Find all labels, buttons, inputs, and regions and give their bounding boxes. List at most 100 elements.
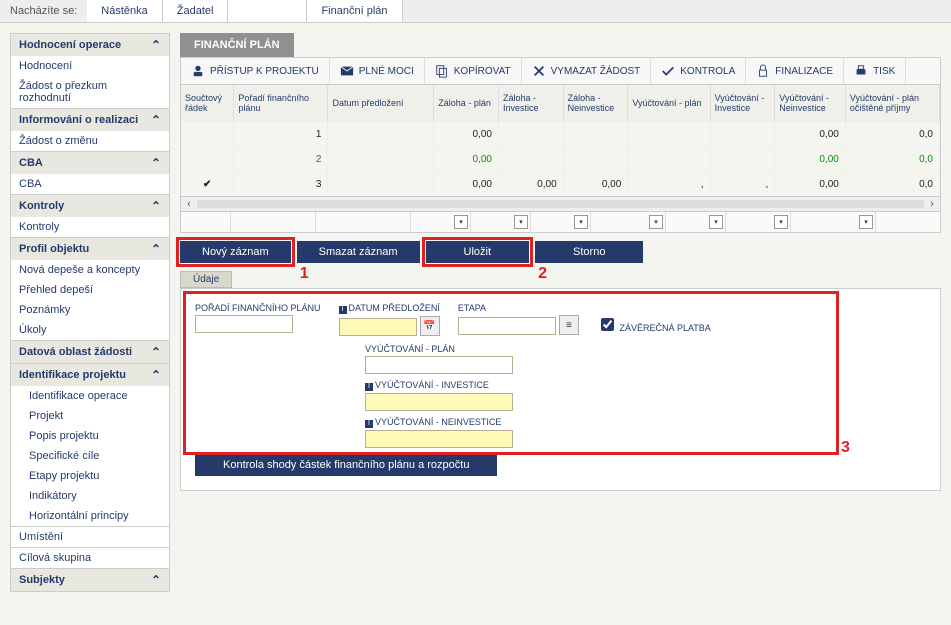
scroll-left-icon[interactable]: ‹ — [181, 198, 197, 210]
breadcrumb-item[interactable]: Žadatel — [163, 0, 229, 22]
sidebar-item[interactable]: Specifické cíle — [11, 446, 169, 466]
udaje-tab[interactable]: Údaje — [180, 271, 232, 288]
filter-dropdown-icon[interactable]: ▾ — [454, 215, 468, 229]
chevron-up-icon: ⌃ — [151, 38, 161, 52]
sidebar-header[interactable]: Hodnocení operace⌃ — [11, 34, 169, 56]
grid-cell — [181, 122, 234, 147]
tb-kopirovat[interactable]: KOPÍROVAT — [425, 58, 522, 84]
novy-zaznam-button[interactable]: Nový záznam — [180, 241, 291, 263]
sidebar-item[interactable]: Nová depeše a koncepty — [11, 260, 169, 280]
breadcrumb-item[interactable]: Nástěnka — [87, 0, 162, 22]
grid-header[interactable]: Vyúčtování - plán — [628, 85, 710, 122]
ulozit-button[interactable]: Uložit — [426, 241, 530, 263]
grid-cell — [563, 122, 628, 147]
sidebar-item[interactable]: Identifikace operace — [11, 386, 169, 406]
sidebar-item[interactable]: Indikátory — [11, 486, 169, 506]
grid-scrollbar[interactable]: ‹ › — [180, 197, 941, 212]
filter-dropdown-icon[interactable]: ▾ — [774, 215, 788, 229]
chevron-up-icon: ⌃ — [151, 345, 161, 359]
sidebar-header[interactable]: Datová oblast žádosti⌃ — [11, 341, 169, 363]
grid-cell — [328, 172, 434, 197]
sidebar-item[interactable]: Úkoly — [11, 320, 169, 340]
sidebar-header[interactable]: Subjekty⌃ — [11, 569, 169, 591]
calendar-icon[interactable]: 📅 — [420, 316, 440, 336]
grid-header[interactable]: Záloha - Investice — [498, 85, 563, 122]
sidebar-item[interactable]: Žádost o přezkum rozhodnutí — [11, 76, 169, 108]
input-vneinv[interactable] — [365, 430, 513, 448]
list-icon[interactable]: ≡ — [559, 315, 579, 335]
grid-header[interactable]: Záloha - Neinvestice — [563, 85, 628, 122]
tab-financni-plan[interactable]: FINANČNÍ PLÁN — [180, 33, 294, 57]
sidebar-item[interactable]: Horizontální principy — [11, 506, 169, 526]
input-datum[interactable] — [339, 318, 417, 336]
sidebar-header[interactable]: CBA⌃ — [11, 152, 169, 174]
sidebar-header[interactable]: Identifikace projektu⌃ — [11, 364, 169, 386]
grid-cell: 0,00 — [775, 172, 846, 197]
content-area: FINANČNÍ PLÁN PŘÍSTUP K PROJEKTU PLNÉ MO… — [180, 33, 941, 592]
sidebar-header[interactable]: Profil objektu⌃ — [11, 238, 169, 260]
grid-cell — [710, 122, 775, 147]
tb-vymazat[interactable]: VYMAZAT ŽÁDOST — [522, 58, 652, 84]
table-row[interactable]: 10,000,000,0 — [181, 122, 940, 147]
tb-tisk[interactable]: TISK — [844, 58, 906, 84]
scroll-right-icon[interactable]: › — [924, 198, 940, 210]
grid-cell: 3 — [234, 172, 328, 197]
checkbox-zaverecna[interactable]: Závěrečná platba — [597, 315, 711, 334]
checkbox-zaverecna-input[interactable] — [601, 318, 614, 331]
input-etapa[interactable] — [458, 317, 556, 335]
grid-header[interactable]: Pořadí finančního plánu — [234, 85, 328, 122]
filter-dropdown-icon[interactable]: ▾ — [649, 215, 663, 229]
storno-button[interactable]: Storno — [535, 241, 643, 263]
grid-cell: 0,00 — [434, 147, 499, 172]
grid-filters: ▾ ▾ ▾ ▾ ▾ ▾ ▾ — [180, 212, 941, 233]
table-row[interactable]: 20,000,000,0 — [181, 147, 940, 172]
grid-cell — [328, 147, 434, 172]
tb-finalizace[interactable]: FINALIZACE — [746, 58, 844, 84]
kontrola-shody-button[interactable]: Kontrola shody částek finančního plánu a… — [195, 454, 497, 476]
sidebar-header[interactable]: Informování o realizaci⌃ — [11, 109, 169, 131]
sidebar-item[interactable]: Žádost o změnu — [11, 131, 169, 151]
grid-header[interactable]: Vyúčtování - Neinvestice — [775, 85, 846, 122]
sidebar-item[interactable]: CBA — [11, 174, 169, 194]
input-vinv[interactable] — [365, 393, 513, 411]
grid-cell: 0,00 — [775, 122, 846, 147]
breadcrumb-item[interactable]: Finanční plán — [307, 0, 402, 22]
sidebar-item[interactable]: Umístění — [11, 527, 169, 547]
sidebar-item[interactable]: Projekt — [11, 406, 169, 426]
filter-dropdown-icon[interactable]: ▾ — [514, 215, 528, 229]
sidebar-item[interactable]: Popis projektu — [11, 426, 169, 446]
grid-header[interactable]: Záloha - plán — [434, 85, 499, 122]
chevron-up-icon: ⌃ — [151, 368, 161, 382]
form-panel: 3 POŘADÍ FINANČNÍHO PLÁNU iDATUM PŘEDLOŽ… — [180, 288, 941, 491]
sidebar-item[interactable]: Hodnocení — [11, 56, 169, 76]
sidebar-item[interactable]: Kontroly — [11, 217, 169, 237]
sidebar-item[interactable]: Přehled depeší — [11, 280, 169, 300]
tb-pristup[interactable]: PŘÍSTUP K PROJEKTU — [181, 58, 330, 84]
input-poradi[interactable] — [195, 315, 293, 333]
grid-cell — [563, 147, 628, 172]
annotation-3: 3 — [841, 439, 850, 457]
sidebar-item[interactable]: Cílová skupina — [11, 548, 169, 568]
grid-header[interactable]: Vyúčtování - plán očištěné příjmy — [845, 85, 939, 122]
grid-header[interactable]: Součtový řádek — [181, 85, 234, 122]
filter-dropdown-icon[interactable]: ▾ — [859, 215, 873, 229]
chevron-up-icon: ⌃ — [151, 242, 161, 256]
table-row[interactable]: ✔30,000,000,00,,0,000,0 — [181, 172, 940, 197]
label-etapa: ETAPA — [458, 303, 579, 313]
tb-plnemoci[interactable]: PLNÉ MOCI — [330, 58, 425, 84]
label-vplan: VYÚČTOVÁNÍ - PLÁN — [365, 344, 926, 354]
grid: Součtový řádekPořadí finančního plánuDat… — [180, 85, 941, 197]
sidebar-header[interactable]: Kontroly⌃ — [11, 195, 169, 217]
grid-header[interactable]: Datum předložení — [328, 85, 434, 122]
toolbar: PŘÍSTUP K PROJEKTU PLNÉ MOCI KOPÍROVAT V… — [180, 57, 941, 85]
input-vplan[interactable] — [365, 356, 513, 374]
grid-cell: , — [710, 172, 775, 197]
sidebar-item[interactable]: Poznámky — [11, 300, 169, 320]
filter-dropdown-icon[interactable]: ▾ — [709, 215, 723, 229]
breadcrumb-item[interactable] — [228, 0, 307, 22]
tb-kontrola[interactable]: KONTROLA — [651, 58, 746, 84]
grid-header[interactable]: Vyúčtování - Investice — [710, 85, 775, 122]
smazat-zaznam-button[interactable]: Smazat záznam — [297, 241, 420, 263]
filter-dropdown-icon[interactable]: ▾ — [574, 215, 588, 229]
sidebar-item[interactable]: Etapy projektu — [11, 466, 169, 486]
